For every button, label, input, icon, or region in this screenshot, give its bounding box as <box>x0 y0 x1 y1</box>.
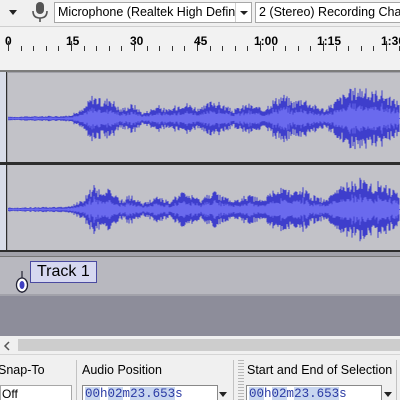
ruler-tick <box>58 46 59 51</box>
host-dropdown-arrow-icon[interactable] <box>8 1 18 21</box>
selection-toolbar: Snap-To Off Audio Position 00h02m23.653s… <box>0 354 400 400</box>
track-label-bar: Track 1 <box>0 256 400 294</box>
audio-position-format-arrow-icon[interactable] <box>218 387 228 400</box>
ruler-tick-label: 1:30 <box>381 34 400 48</box>
ruler-tick <box>184 46 185 51</box>
ruler-tick <box>147 46 148 51</box>
time-seconds: 23.653 <box>294 387 340 400</box>
snap-to-label: Snap-To <box>0 363 45 377</box>
ruler-tick <box>336 46 337 51</box>
track-drag-handle-icon[interactable] <box>15 271 29 293</box>
ruler-tick-label: 45 <box>194 34 208 48</box>
track-name-label[interactable]: Track 1 <box>30 261 97 283</box>
track-control-edge[interactable] <box>0 72 7 250</box>
toolbar-grip[interactable] <box>238 360 244 400</box>
ruler-tick <box>260 41 261 51</box>
ruler-tick <box>46 46 47 51</box>
waveform-left <box>8 87 400 150</box>
ruler-tick <box>197 41 198 51</box>
snap-to-value: Off <box>2 387 18 400</box>
audio-track: Track 1 <box>0 72 400 296</box>
ruler-tick <box>285 46 286 51</box>
ruler-tick <box>348 46 349 51</box>
ruler-tick <box>134 41 135 51</box>
snap-to-select[interactable]: Off <box>0 385 72 400</box>
time-minutes: 02 <box>107 387 123 400</box>
ruler-tick-label: 15 <box>66 34 80 48</box>
device-toolbar: Microphone (Realtek High Defini 2 (Stere… <box>0 0 400 26</box>
horizontal-scrollbar[interactable] <box>0 336 400 354</box>
ruler-tick <box>159 46 160 51</box>
ruler-tick <box>235 46 236 51</box>
microphone-icon <box>31 1 49 23</box>
audio-position-label: Audio Position <box>82 363 162 377</box>
timeline-ruler[interactable]: 0 15 30 45 1:00 1:15 1:30 <box>0 26 400 72</box>
ruler-tick <box>96 46 97 51</box>
waveform-right <box>8 177 400 242</box>
ruler-tick <box>247 46 248 51</box>
selection-format-arrow-icon[interactable] <box>383 387 393 400</box>
ruler-tick-label: 1:15 <box>317 34 342 48</box>
scrollbar-thumb[interactable] <box>18 339 400 351</box>
ruler-tick <box>310 46 311 51</box>
ruler-tick-label: 30 <box>130 34 144 48</box>
ruler-tick <box>323 41 324 51</box>
time-hours: 00 <box>249 387 265 400</box>
ruler-tick <box>273 46 274 51</box>
track-bottom-border <box>0 250 400 252</box>
selection-start-field[interactable]: 00h02m23.653s <box>246 385 382 400</box>
toolbar-separator <box>396 360 397 400</box>
ruler-tick <box>222 46 223 51</box>
ruler-tick <box>8 41 9 51</box>
selection-range-label: Start and End of Selection <box>247 363 393 377</box>
ruler-tick-label: 1:00 <box>254 34 279 48</box>
ruler-tick <box>71 41 72 51</box>
ruler-tick <box>210 46 211 51</box>
ruler-tick <box>172 46 173 51</box>
ruler-tick <box>109 46 110 51</box>
time-minutes: 02 <box>271 387 287 400</box>
waveform-channel-right[interactable] <box>8 165 400 252</box>
ruler-tick <box>373 46 374 51</box>
ruler-tick <box>84 46 85 51</box>
ruler-tick <box>361 46 362 51</box>
ruler-tick <box>33 46 34 51</box>
time-hours: 00 <box>85 387 101 400</box>
ruler-tick <box>386 41 387 51</box>
toolbar-separator <box>233 360 234 400</box>
recording-device-select[interactable]: Microphone (Realtek High Defini <box>54 2 252 23</box>
chevron-down-icon <box>235 3 251 22</box>
scroll-left-arrow-icon[interactable] <box>2 340 12 351</box>
ruler-tick <box>21 46 22 51</box>
recording-channels-value: 2 (Stereo) Recording Chann <box>259 5 400 19</box>
waveform-channel-left[interactable] <box>8 73 400 162</box>
time-seconds: 23.653 <box>130 387 176 400</box>
recording-device-value: Microphone (Realtek High Defini <box>58 5 238 19</box>
ruler-tick <box>298 46 299 51</box>
toolbar-separator <box>76 360 77 400</box>
audio-position-field[interactable]: 00h02m23.653s <box>82 385 218 400</box>
ruler-tick <box>121 46 122 51</box>
recording-channels-select[interactable]: 2 (Stereo) Recording Chann <box>255 2 400 23</box>
empty-track-area[interactable] <box>0 296 400 336</box>
